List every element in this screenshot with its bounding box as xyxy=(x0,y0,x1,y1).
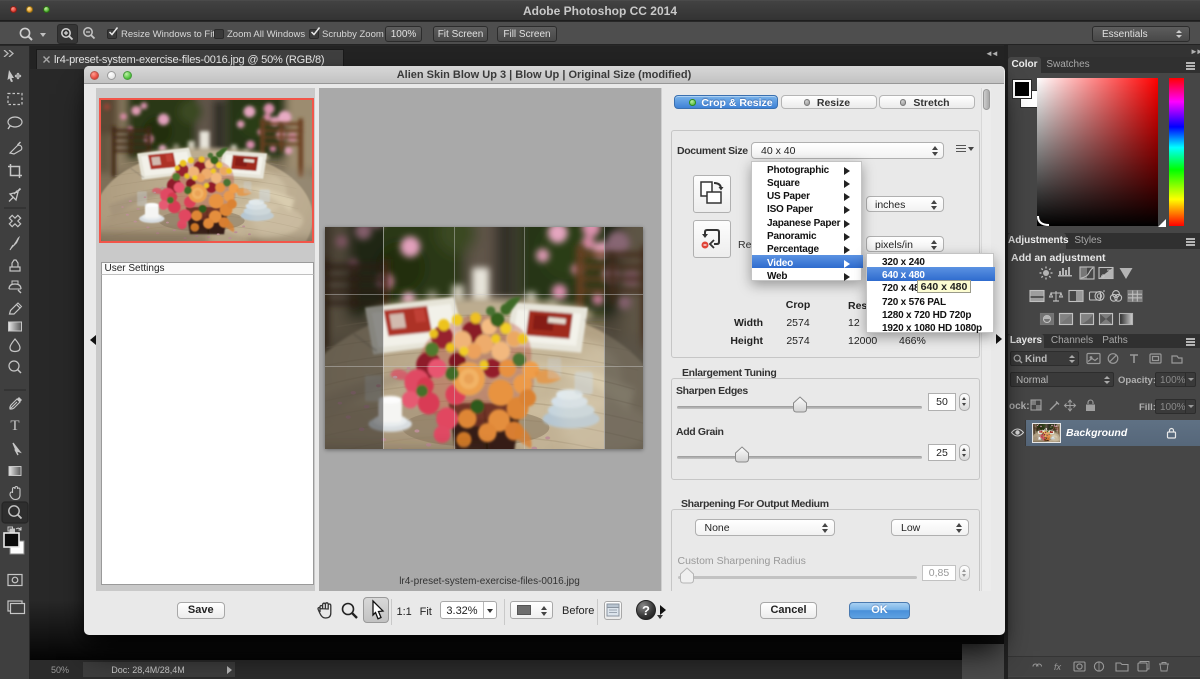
svg-text:fx: fx xyxy=(1054,662,1062,672)
svg-text:T: T xyxy=(10,418,19,434)
